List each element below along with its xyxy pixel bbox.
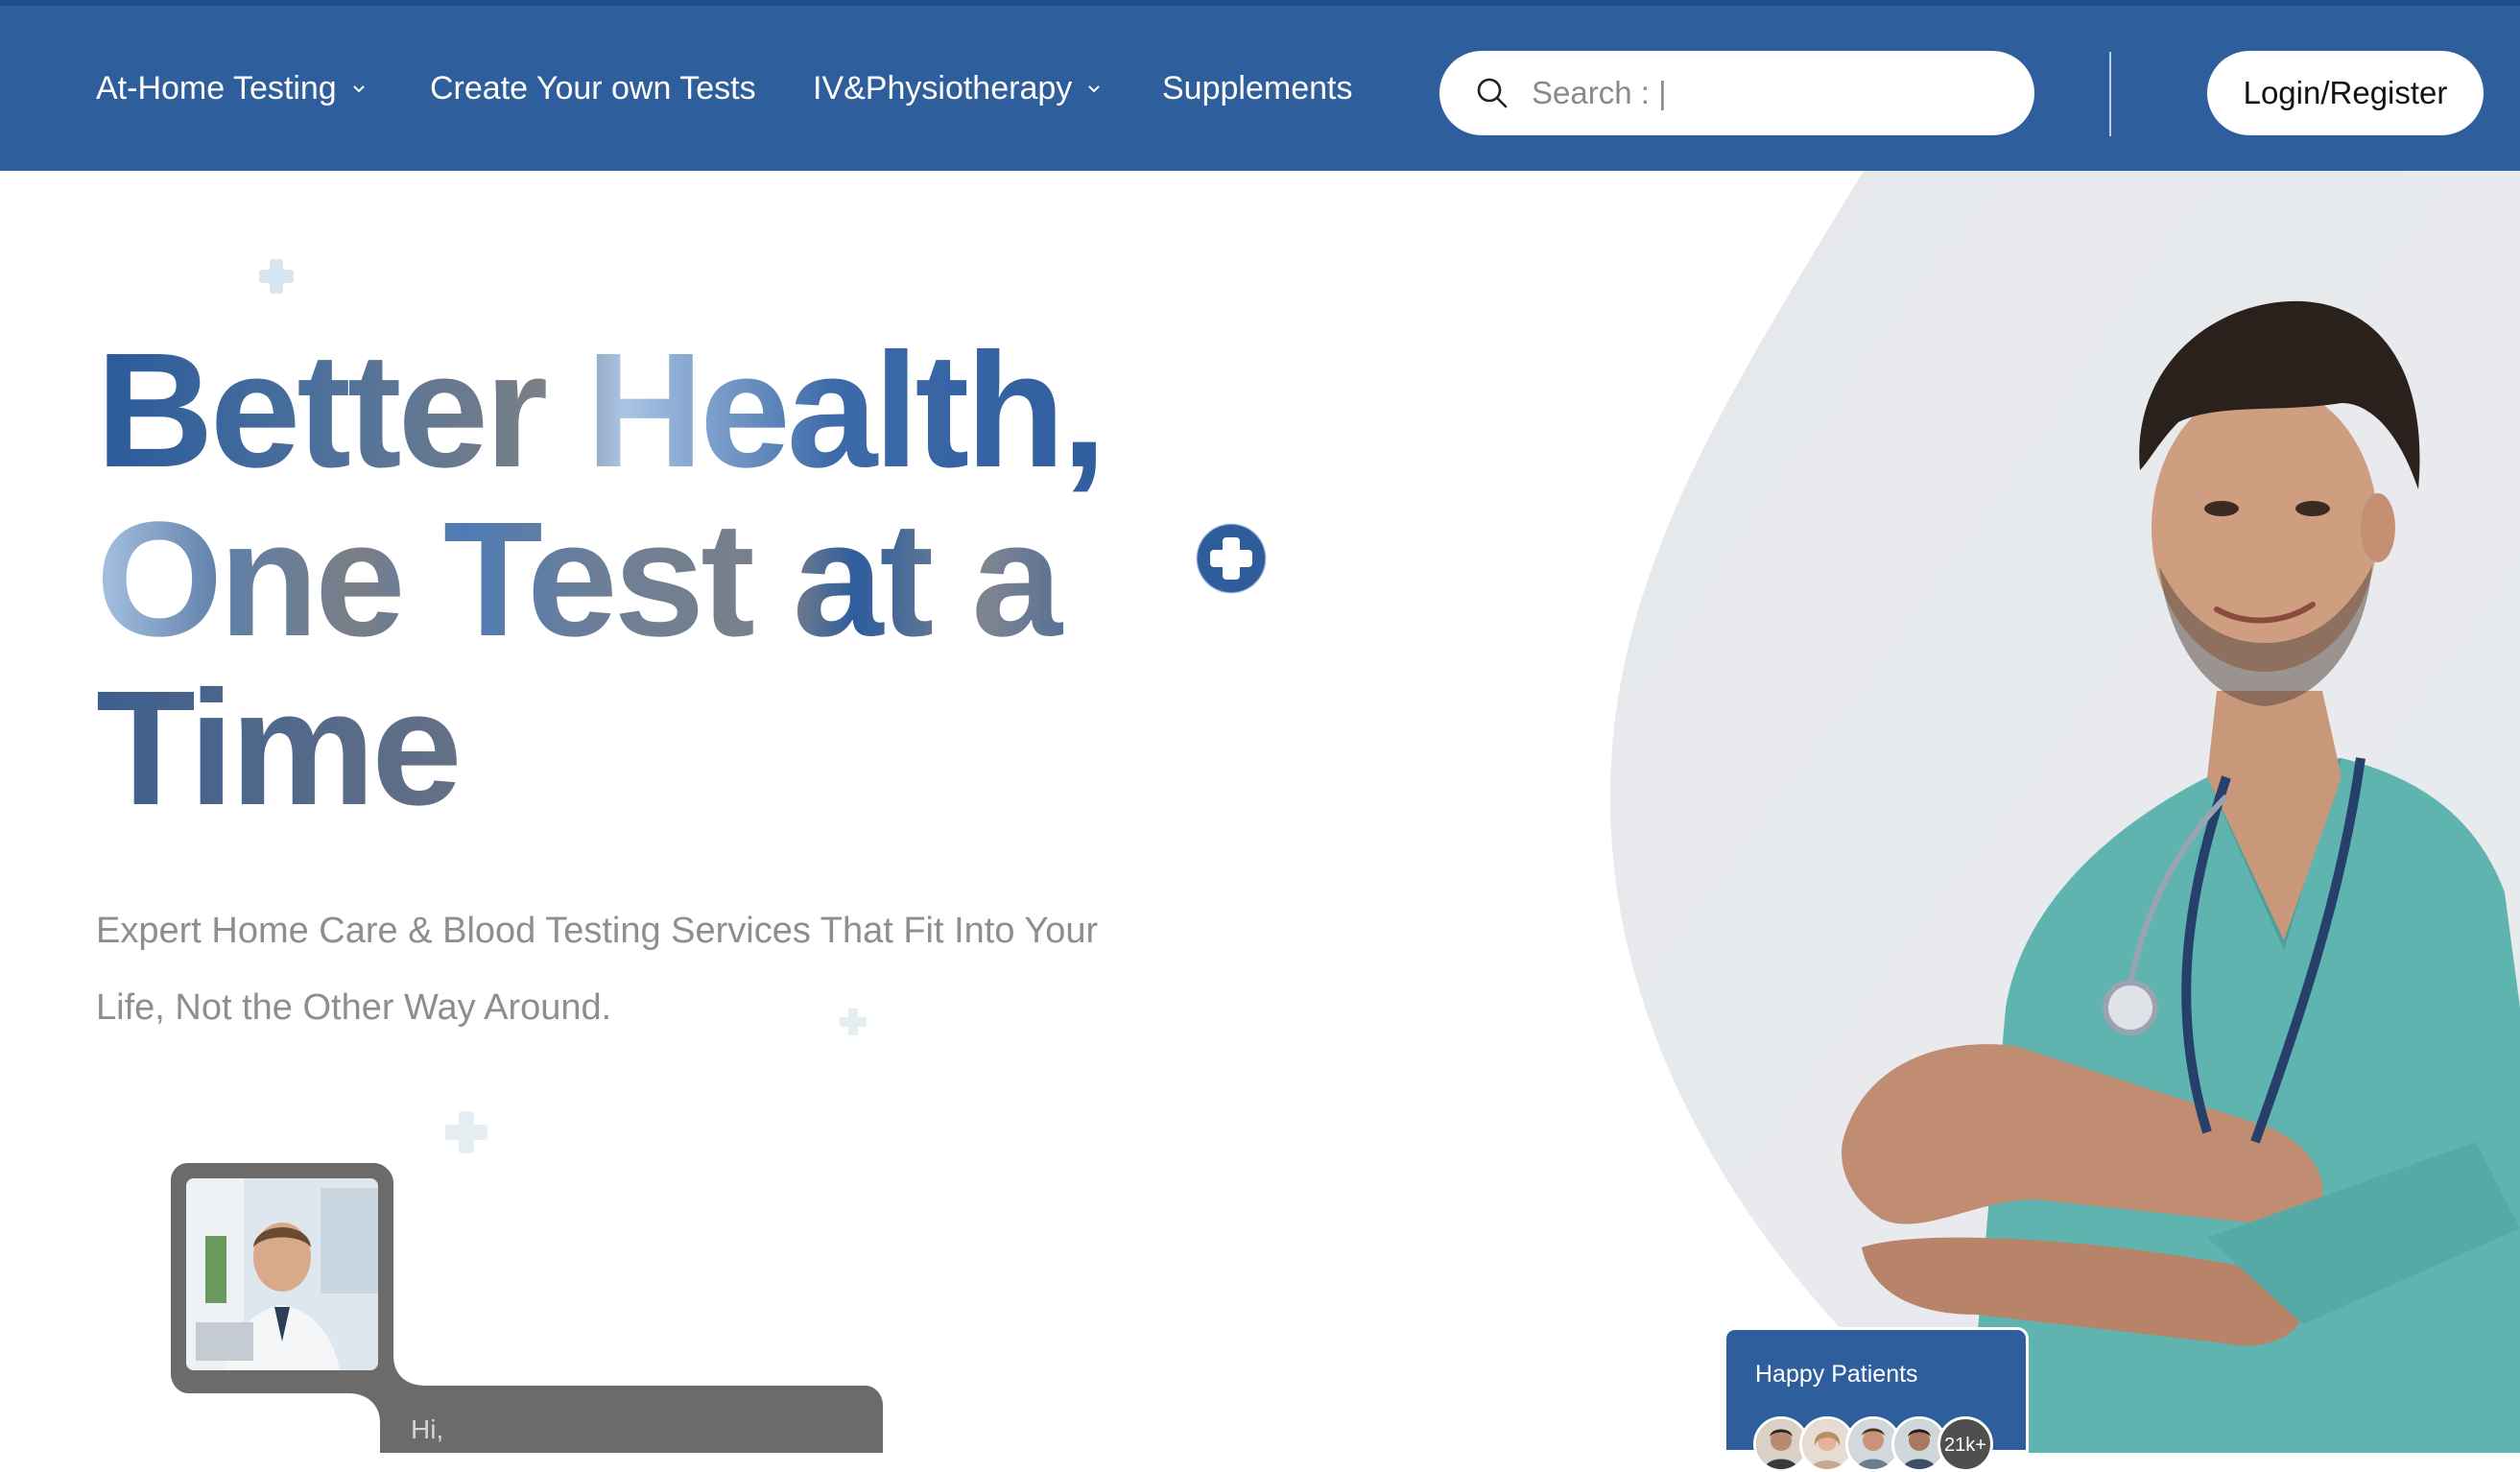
nav-item-supplements[interactable]: Supplements <box>1162 69 1352 107</box>
chat-greeting: Hi, <box>411 1414 444 1444</box>
chat-preview-card: Hi, <box>171 1163 883 1453</box>
doctor-avatar <box>186 1178 378 1370</box>
headline-line-2: One Test at a <box>96 495 1152 664</box>
patient-count: 21k+ <box>1944 1435 1986 1456</box>
main-navbar: At-Home Testing Create Your own Tests IV… <box>0 6 2520 171</box>
search-bar[interactable] <box>1439 51 2034 135</box>
patient-count-badge: 21k+ <box>1938 1416 1993 1472</box>
search-input[interactable] <box>1530 74 1994 112</box>
nav-item-label: At-Home Testing <box>96 70 337 107</box>
nav-item-label: IV&Physiotherapy <box>813 70 1073 107</box>
nav-divider <box>2109 52 2111 136</box>
chevron-down-icon <box>1088 85 1100 93</box>
nav-item-create-tests[interactable]: Create Your own Tests <box>430 69 756 107</box>
nav-item-iv-physiotherapy[interactable]: IV&Physiotherapy <box>813 69 1103 107</box>
search-icon <box>1477 78 1508 108</box>
hero-subtitle: Expert Home Care & Blood Testing Service… <box>96 911 1099 1028</box>
hero-doctor-image <box>1842 300 2520 1453</box>
headline-line-1: Better Health, <box>96 326 1152 495</box>
headline-line-3: Time <box>96 664 1152 833</box>
plus-circle-icon <box>1196 523 1267 594</box>
nav-item-label: Create Your own Tests <box>430 70 756 107</box>
plus-icon <box>445 1111 487 1153</box>
plus-icon <box>259 259 294 294</box>
hero-headline: Better Health, One Test at a Time <box>96 326 1152 833</box>
nav-item-at-home-testing[interactable]: At-Home Testing <box>96 69 368 107</box>
nav-item-label: Supplements <box>1162 70 1353 107</box>
login-register-button[interactable]: Login/Register <box>2207 51 2484 135</box>
plus-icon <box>840 1009 867 1035</box>
happy-patients-label: Happy Patients <box>1755 1361 1918 1388</box>
happy-patients-card: Happy Patients 21k+ <box>1724 1327 2029 1472</box>
chevron-down-icon <box>352 85 365 93</box>
